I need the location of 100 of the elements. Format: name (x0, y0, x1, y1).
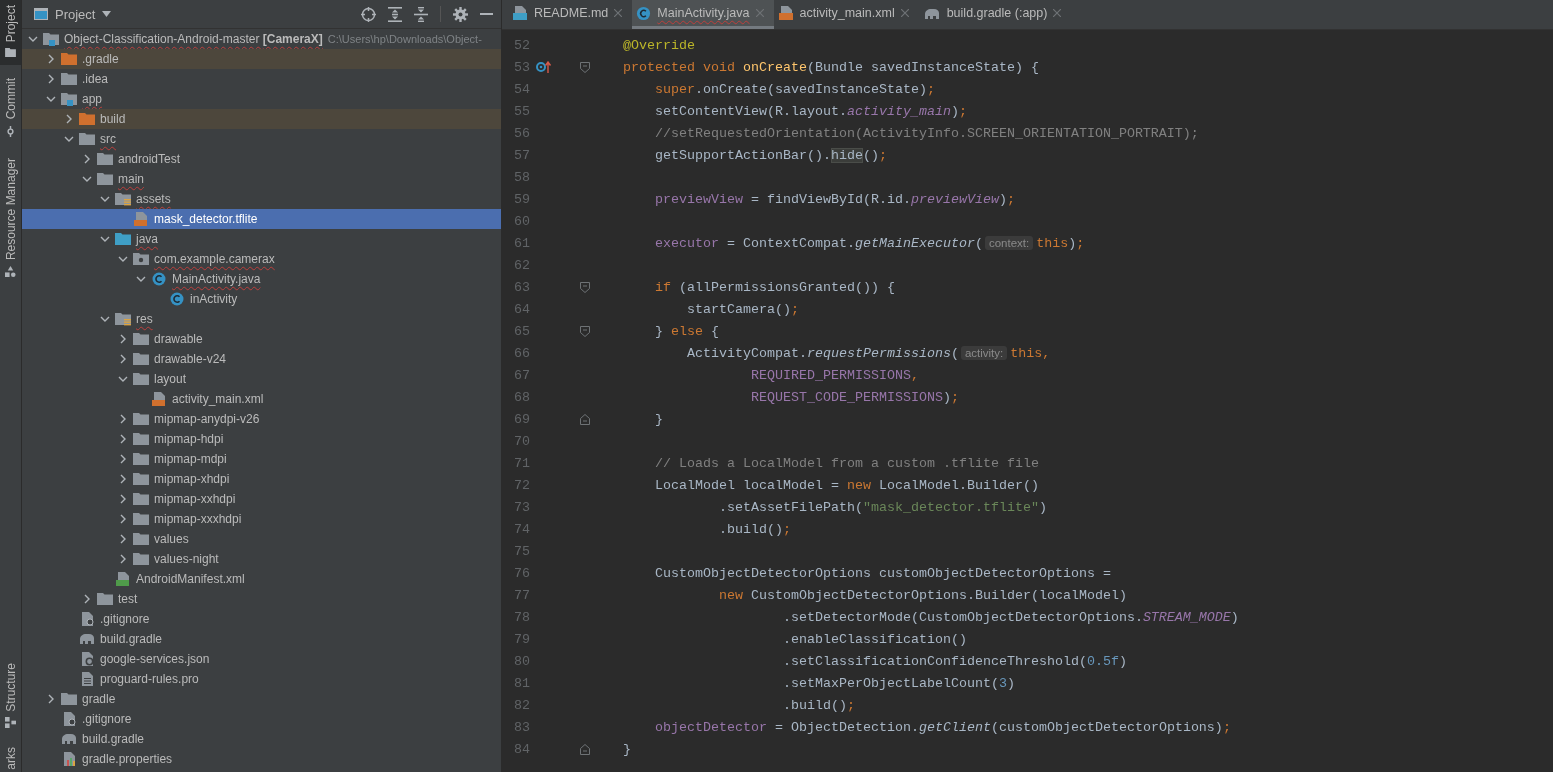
chevron-icon[interactable] (136, 274, 146, 284)
tree-item[interactable]: proguard-rules.pro (22, 669, 501, 689)
chevron-icon[interactable] (46, 694, 56, 704)
tree-item[interactable]: androidTest (22, 149, 501, 169)
tree-item[interactable]: drawable-v24 (22, 349, 501, 369)
tree-item[interactable]: values (22, 529, 501, 549)
editor-tab[interactable]: activity_main.xml (773, 0, 919, 29)
tree-item[interactable]: mipmap-anydpi-v26 (22, 409, 501, 429)
minimize-icon[interactable] (480, 12, 493, 16)
chevron-icon[interactable] (118, 494, 128, 504)
chevron-icon[interactable] (64, 134, 74, 144)
tree-item[interactable]: drawable (22, 329, 501, 349)
chevron-icon[interactable] (118, 434, 128, 444)
fold-marker-icon[interactable] (580, 61, 590, 73)
tree-item[interactable]: build.gradle (22, 729, 501, 749)
tree-item[interactable]: layout (22, 369, 501, 389)
override-marker-icon[interactable] (536, 61, 552, 73)
folder-icon (133, 472, 149, 486)
collapse-all-icon[interactable] (414, 6, 428, 22)
tree-item[interactable]: activity_main.xml (22, 389, 501, 409)
chevron-icon[interactable] (46, 54, 56, 64)
tree-item[interactable]: assets (22, 189, 501, 209)
folder-icon (133, 532, 149, 546)
tool-window-button[interactable]: Project (0, 0, 21, 66)
tool-window-button[interactable]: Resource Manager (0, 152, 21, 285)
chevron-icon[interactable] (118, 334, 128, 344)
chevron-icon[interactable] (118, 354, 128, 364)
settings-icon[interactable] (453, 6, 468, 22)
tree-item[interactable]: java (22, 229, 501, 249)
chevron-icon[interactable] (100, 234, 110, 244)
chevron-icon[interactable] (118, 514, 128, 524)
tree-item[interactable]: mask_detector.tflite (22, 209, 501, 229)
fold-marker-icon[interactable] (580, 413, 590, 425)
line-number: 70 (513, 433, 530, 449)
chevron-icon[interactable] (100, 194, 110, 204)
tree-item[interactable]: .gitignore (22, 609, 501, 629)
chevron-icon[interactable] (28, 34, 38, 44)
chevron-icon[interactable] (118, 414, 128, 424)
chevron-icon[interactable] (118, 554, 128, 564)
folder-icon (115, 192, 131, 206)
chevron-icon[interactable] (46, 74, 56, 84)
editor-tab[interactable]: MainActivity.java (632, 0, 774, 29)
tree-item[interactable]: build (22, 109, 501, 129)
tree-item[interactable]: mipmap-xxhdpi (22, 489, 501, 509)
chevron-icon[interactable] (118, 534, 128, 544)
editor-tab[interactable]: build.gradle (:app) (918, 0, 1072, 29)
tree-item[interactable]: res (22, 309, 501, 329)
tree-item[interactable]: build.gradle (22, 629, 501, 649)
chevron-icon[interactable] (118, 374, 128, 384)
line-number: 67 (513, 367, 530, 383)
tool-window-button[interactable]: Structure (0, 657, 21, 737)
tree-item[interactable]: .gitignore (22, 709, 501, 729)
editor-tab[interactable]: README.md (508, 0, 633, 29)
code-line: @Override (622, 37, 695, 53)
line-number: 66 (513, 345, 530, 361)
fold-marker-icon[interactable] (580, 281, 590, 293)
package-icon (133, 252, 149, 266)
chevron-icon[interactable] (82, 174, 92, 184)
tree-item[interactable]: gradle (22, 689, 501, 709)
tree-item[interactable]: inActivity (22, 289, 501, 309)
tree-item[interactable]: MainActivity.java (22, 269, 501, 289)
tree-item[interactable]: mipmap-mdpi (22, 449, 501, 469)
chevron-icon[interactable] (100, 314, 110, 324)
tree-item[interactable]: app (22, 89, 501, 109)
project-view-selector[interactable]: Project (34, 6, 112, 22)
tree-item[interactable]: src (22, 129, 501, 149)
chevron-icon[interactable] (118, 454, 128, 464)
tool-window-button[interactable]: Commit (0, 73, 21, 145)
tree-item[interactable]: .gradle (22, 49, 501, 69)
tool-window-button[interactable]: arks (0, 742, 21, 772)
line-number: 69 (513, 411, 530, 427)
fold-marker-icon[interactable] (580, 325, 590, 337)
chevron-icon[interactable] (82, 154, 92, 164)
tree-item[interactable]: google-services.json (22, 649, 501, 669)
chevron-icon[interactable] (64, 114, 74, 124)
folder-icon (97, 152, 113, 166)
line-number: 75 (513, 543, 530, 559)
chevron-icon[interactable] (82, 594, 92, 604)
tree-item[interactable]: test (22, 589, 501, 609)
folder-icon (133, 492, 149, 506)
folder-icon (133, 412, 149, 426)
tree-item[interactable]: gradle.properties (22, 749, 501, 769)
line-number: 71 (513, 455, 530, 471)
chevron-icon[interactable] (46, 94, 56, 104)
crosshair-icon[interactable] (361, 6, 376, 22)
tree-item[interactable]: values-night (22, 549, 501, 569)
tree-item[interactable]: AndroidManifest.xml (22, 569, 501, 589)
expand-all-icon[interactable] (388, 6, 402, 22)
chevron-icon[interactable] (118, 474, 128, 484)
tree-item[interactable]: com.example.camerax (22, 249, 501, 269)
tree-item[interactable]: main (22, 169, 501, 189)
folder-icon (133, 432, 149, 446)
fold-marker-icon[interactable] (580, 743, 590, 755)
tree-item[interactable]: mipmap-xhdpi (22, 469, 501, 489)
tree-item[interactable]: mipmap-hdpi (22, 429, 501, 449)
line-number: 54 (513, 81, 530, 97)
tree-item[interactable]: Object-Classification-Android-master [CameraX] C:\Users\hp\Downloads\Object- (22, 29, 501, 49)
tree-item[interactable]: mipmap-xxxhdpi (22, 509, 501, 529)
tree-item[interactable]: .idea (22, 69, 501, 89)
chevron-icon[interactable] (118, 254, 128, 264)
